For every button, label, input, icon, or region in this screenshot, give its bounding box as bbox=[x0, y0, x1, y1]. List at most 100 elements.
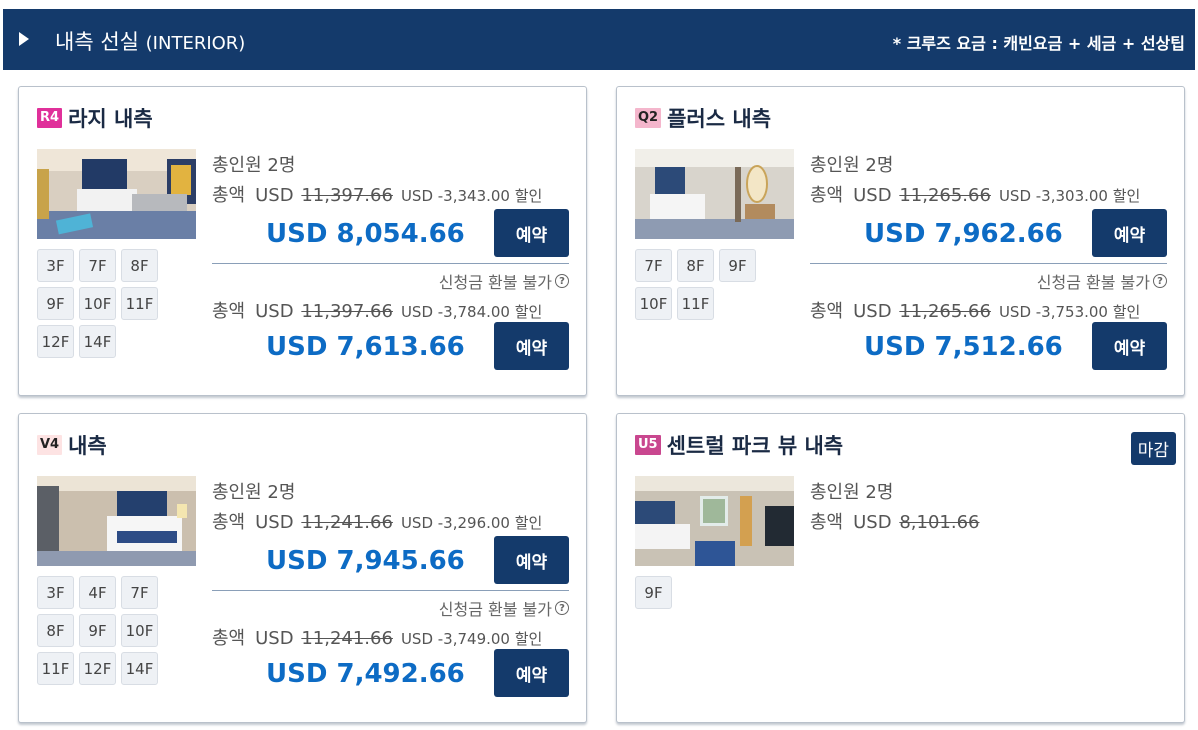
cabin-name: 센트럴 파크 뷰 내측 bbox=[666, 434, 844, 458]
deck-button[interactable]: 7F bbox=[635, 249, 672, 282]
divider bbox=[810, 263, 1167, 264]
deck-button[interactable]: 12F bbox=[37, 325, 74, 358]
refund-note: 신청금 환불 불가? bbox=[439, 596, 569, 620]
passenger-count: 총인원 2명 bbox=[212, 155, 296, 176]
book-button[interactable]: 예약 bbox=[494, 209, 569, 257]
cabin-title: R4 라지 내측 bbox=[37, 105, 153, 131]
deck-button[interactable]: 9F bbox=[635, 576, 672, 609]
cabin-title: Q2 플러스 내측 bbox=[635, 105, 771, 131]
book-button[interactable]: 예약 bbox=[494, 536, 569, 584]
deck-button[interactable]: 10F bbox=[79, 287, 116, 320]
total-line: 총액 USD 11,265.66 USD -3,303.00 할인 bbox=[810, 185, 1141, 206]
deck-button[interactable]: 12F bbox=[79, 652, 116, 685]
passenger-count: 총인원 2명 bbox=[212, 482, 296, 503]
pricing-panel: 총인원 2명 총액 USD 8,101.66 bbox=[810, 478, 1167, 558]
passenger-count: 총인원 2명 bbox=[810, 155, 894, 176]
original-price: 11,265.66 bbox=[899, 301, 991, 322]
deck-list: 3F 7F 8F 9F 10F 11F 12F 14F bbox=[37, 249, 177, 358]
help-icon[interactable]: ? bbox=[555, 601, 569, 615]
deck-button[interactable]: 10F bbox=[635, 287, 672, 320]
final-price: USD 7,613.66 bbox=[266, 332, 465, 362]
original-price: 11,265.66 bbox=[899, 185, 991, 206]
deck-button[interactable]: 8F bbox=[677, 249, 714, 282]
deck-button[interactable]: 9F bbox=[37, 287, 74, 320]
deck-button[interactable]: 10F bbox=[121, 614, 158, 647]
cabin-title: U5 센트럴 파크 뷰 내측 bbox=[635, 432, 843, 458]
pricing-panel: 총인원 2명 총액 USD 11,265.66 USD -3,303.00 할인 U… bbox=[810, 151, 1167, 381]
refund-note: 신청금 환불 불가? bbox=[439, 269, 569, 293]
passenger-count: 총인원 2명 bbox=[810, 482, 894, 503]
deck-button[interactable]: 7F bbox=[121, 576, 158, 609]
deck-button[interactable]: 3F bbox=[37, 576, 74, 609]
original-price: 11,397.66 bbox=[301, 301, 393, 322]
cabin-card-q2: Q2 플러스 내측 7F 8F 9F 10F 11F 총인원 2명 총액 USD … bbox=[616, 86, 1185, 396]
deck-list: 9F bbox=[635, 576, 775, 609]
cabin-card-v4: V4 내측 3F 4F 7F 8F 9F 10F 11F 12F 14F 총인원… bbox=[18, 413, 587, 723]
deck-list: 3F 4F 7F 8F 9F 10F 11F 12F 14F bbox=[37, 576, 177, 685]
deck-button[interactable]: 14F bbox=[79, 325, 116, 358]
cabin-code-badge: R4 bbox=[37, 108, 63, 128]
cabin-photo[interactable] bbox=[635, 476, 794, 566]
fare-note: * 크루즈 요금 : 캐빈요금 + 세금 + 선상팁 bbox=[892, 34, 1185, 53]
play-arrow-icon bbox=[19, 32, 29, 46]
pricing-panel: 총인원 2명 총액 USD 11,241.66 USD -3,296.00 할인 U… bbox=[212, 478, 569, 708]
refund-note: 신청금 환불 불가? bbox=[1037, 269, 1167, 293]
section-header: 내측 선실 (INTERIOR) * 크루즈 요금 : 캐빈요금 + 세금 + … bbox=[3, 9, 1195, 70]
divider bbox=[212, 590, 569, 591]
discount-amount: USD -3,784.00 할인 bbox=[400, 303, 543, 321]
book-button[interactable]: 예약 bbox=[1092, 322, 1167, 370]
original-price: 11,397.66 bbox=[301, 185, 393, 206]
final-price: USD 7,492.66 bbox=[266, 659, 465, 689]
book-button[interactable]: 예약 bbox=[1092, 209, 1167, 257]
cabin-code-badge: Q2 bbox=[635, 108, 662, 128]
help-icon[interactable]: ? bbox=[1153, 274, 1167, 288]
final-price: USD 7,512.66 bbox=[864, 332, 1063, 362]
deck-button[interactable]: 8F bbox=[37, 614, 74, 647]
cabin-photo[interactable] bbox=[37, 476, 196, 566]
original-price: 8,101.66 bbox=[899, 512, 980, 533]
cabin-code-badge: V4 bbox=[37, 435, 63, 455]
cabin-code-badge: U5 bbox=[635, 435, 661, 455]
sold-out-badge: 마감 bbox=[1130, 432, 1176, 465]
cabin-card-u5: U5 센트럴 파크 뷰 내측 마감 9F 총인원 2명 총액 USD 8,101.… bbox=[616, 413, 1185, 723]
deck-button[interactable]: 7F bbox=[79, 249, 116, 282]
deck-button[interactable]: 11F bbox=[121, 287, 158, 320]
total-line: 총액 USD 11,265.66 USD -3,753.00 할인 bbox=[810, 301, 1141, 322]
book-button[interactable]: 예약 bbox=[494, 649, 569, 697]
cabin-title: V4 내측 bbox=[37, 432, 107, 458]
cabin-name: 내측 bbox=[68, 434, 107, 458]
deck-list: 7F 8F 9F 10F 11F bbox=[635, 249, 775, 320]
deck-button[interactable]: 9F bbox=[79, 614, 116, 647]
section-title: 내측 선실 (INTERIOR) bbox=[55, 30, 246, 54]
total-line: 총액 USD 8,101.66 bbox=[810, 512, 980, 533]
final-price: USD 7,945.66 bbox=[266, 546, 465, 576]
help-icon[interactable]: ? bbox=[555, 274, 569, 288]
cabin-name: 라지 내측 bbox=[68, 107, 153, 131]
deck-button[interactable]: 11F bbox=[37, 652, 74, 685]
discount-amount: USD -3,296.00 할인 bbox=[400, 514, 543, 532]
total-line: 총액 USD 11,397.66 USD -3,784.00 할인 bbox=[212, 301, 543, 322]
total-line: 총액 USD 11,241.66 USD -3,296.00 할인 bbox=[212, 512, 543, 533]
deck-button[interactable]: 3F bbox=[37, 249, 74, 282]
cabin-photo[interactable] bbox=[635, 149, 794, 239]
cabin-card-r4: R4 라지 내측 3F 7F 8F 9F 10F 11F 12F 14F 총인원… bbox=[18, 86, 587, 396]
book-button[interactable]: 예약 bbox=[494, 322, 569, 370]
discount-amount: USD -3,753.00 할인 bbox=[998, 303, 1141, 321]
cabin-name: 플러스 내측 bbox=[667, 107, 772, 131]
discount-amount: USD -3,343.00 할인 bbox=[400, 187, 543, 205]
discount-amount: USD -3,749.00 할인 bbox=[400, 630, 543, 648]
deck-button[interactable]: 11F bbox=[677, 287, 714, 320]
divider bbox=[212, 263, 569, 264]
deck-button[interactable]: 4F bbox=[79, 576, 116, 609]
deck-button[interactable]: 9F bbox=[719, 249, 756, 282]
total-line: 총액 USD 11,397.66 USD -3,343.00 할인 bbox=[212, 185, 543, 206]
original-price: 11,241.66 bbox=[301, 512, 393, 533]
total-line: 총액 USD 11,241.66 USD -3,749.00 할인 bbox=[212, 628, 543, 649]
deck-button[interactable]: 14F bbox=[121, 652, 158, 685]
original-price: 11,241.66 bbox=[301, 628, 393, 649]
pricing-panel: 총인원 2명 총액 USD 11,397.66 USD -3,343.00 할인 U… bbox=[212, 151, 569, 381]
final-price: USD 7,962.66 bbox=[864, 219, 1063, 249]
deck-button[interactable]: 8F bbox=[121, 249, 158, 282]
cabin-photo[interactable] bbox=[37, 149, 196, 239]
discount-amount: USD -3,303.00 할인 bbox=[998, 187, 1141, 205]
